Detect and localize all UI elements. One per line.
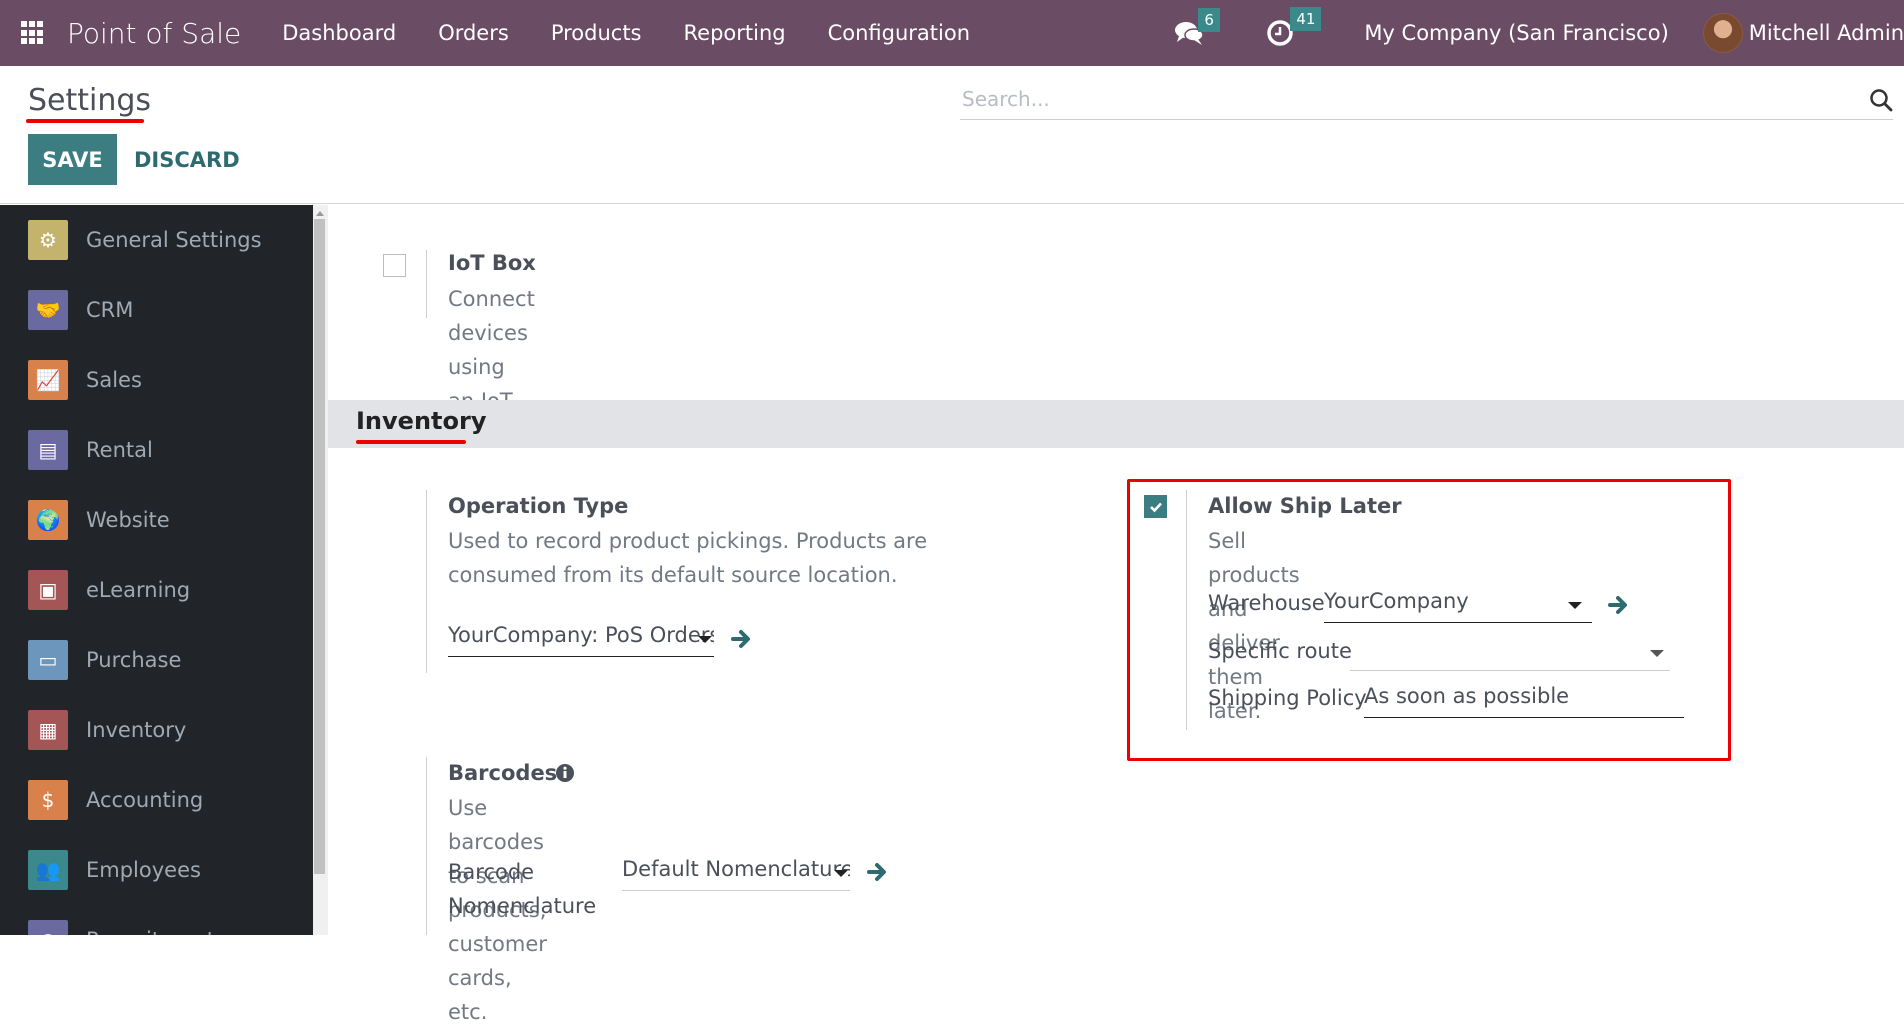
- sidebar-item-website[interactable]: 🌍 Website: [0, 485, 313, 555]
- messages-button[interactable]: 6: [1174, 8, 1220, 46]
- operation-type-select[interactable]: YourCompany: PoS Orders: [448, 623, 714, 657]
- activities-button[interactable]: 41: [1266, 7, 1322, 47]
- caret-down-icon: [1568, 602, 1582, 609]
- divider: [426, 490, 427, 673]
- operation-type-value: YourCompany: PoS Orders: [448, 623, 714, 647]
- sidebar-item-label: Accounting: [86, 788, 204, 812]
- globe-icon: 🌍: [28, 500, 68, 540]
- sidebar-item-label: Purchase: [86, 648, 182, 672]
- info-icon[interactable]: [555, 763, 575, 783]
- iot-box-checkbox[interactable]: [383, 254, 406, 277]
- company-switcher[interactable]: My Company (San Francisco): [1364, 21, 1668, 45]
- scroll-up-arrow[interactable]: [316, 211, 324, 216]
- sidebar-item-rental[interactable]: ▤ Rental: [0, 415, 313, 485]
- arrow-right-icon[interactable]: [731, 629, 753, 649]
- arrow-right-icon[interactable]: [867, 862, 889, 882]
- inventory-section-header: Inventory: [328, 400, 1904, 448]
- page-title: Settings: [28, 83, 152, 118]
- box-icon: ▦: [28, 710, 68, 750]
- sidebar-item-label: CRM: [86, 298, 134, 322]
- settings-content: IoT Box Connect devices using an IoT Box…: [328, 205, 1904, 1024]
- user-avatar[interactable]: [1702, 13, 1743, 53]
- shipping-policy-value: As soon as possible: [1364, 684, 1570, 708]
- credit-card-icon: ▭: [28, 640, 68, 680]
- barcodes-title: Barcodes: [448, 761, 558, 785]
- sidebar-item-label: Employees: [86, 858, 201, 882]
- caret-down-icon: [1650, 650, 1664, 657]
- sidebar-item-label: Sales: [86, 368, 142, 392]
- recruitment-icon: ◉: [28, 920, 68, 935]
- gear-icon: ⚙: [28, 220, 68, 260]
- warehouse-value: YourCompany: [1324, 589, 1469, 613]
- barcode-nomenclature-select[interactable]: Default Nomenclature: [622, 857, 850, 891]
- allow-ship-later-title: Allow Ship Later: [1208, 494, 1402, 518]
- warehouse-select[interactable]: YourCompany: [1324, 589, 1592, 623]
- calendar-icon: ▤: [28, 430, 68, 470]
- sidebar-item-crm[interactable]: 🤝 CRM: [0, 275, 313, 345]
- sidebar-item-label: Recruitment: [86, 928, 215, 935]
- app-title[interactable]: Point of Sale: [67, 17, 241, 50]
- sidebar-item-accounting[interactable]: $ Accounting: [0, 765, 313, 835]
- section-annotation-underline: [356, 440, 466, 444]
- sidebar-item-label: Rental: [86, 438, 153, 462]
- sidebar-item-label: Inventory: [86, 718, 187, 742]
- menu-reporting[interactable]: Reporting: [663, 21, 807, 45]
- barcode-nomenclature-label: Barcode Nomenclature: [448, 860, 597, 918]
- sidebar-item-general-settings[interactable]: ⚙ General Settings: [0, 205, 313, 275]
- menu-dashboard[interactable]: Dashboard: [261, 21, 417, 45]
- search-icon[interactable]: [1869, 88, 1893, 112]
- search-input[interactable]: [960, 80, 1840, 118]
- sidebar-item-employees[interactable]: 👥 Employees: [0, 835, 313, 905]
- sidebar-item-label: eLearning: [86, 578, 191, 602]
- search-bar: [960, 80, 1893, 120]
- users-icon: 👥: [28, 850, 68, 890]
- iot-box-title: IoT Box: [448, 251, 536, 275]
- menu-products[interactable]: Products: [530, 21, 663, 45]
- caret-down-icon: [834, 870, 848, 877]
- section-title: Inventory: [356, 407, 487, 435]
- shipping-policy-label: Shipping Policy: [1208, 686, 1367, 710]
- warehouse-label: Warehouse: [1208, 591, 1325, 615]
- operation-type-title: Operation Type: [448, 494, 629, 518]
- control-panel: Settings SAVE DISCARD: [0, 66, 1904, 204]
- top-navbar: Point of Sale Dashboard Orders Products …: [0, 0, 1904, 66]
- menu-orders[interactable]: Orders: [417, 21, 530, 45]
- sidebar-item-sales[interactable]: 📈 Sales: [0, 345, 313, 415]
- caret-down-icon: [698, 636, 712, 643]
- specific-route-select[interactable]: [1350, 637, 1670, 671]
- invoice-icon: $: [28, 780, 68, 820]
- menu-configuration[interactable]: Configuration: [807, 21, 991, 45]
- checkmark-icon: [1149, 502, 1162, 512]
- specific-route-label: Specific route: [1208, 639, 1352, 663]
- apps-menu-icon[interactable]: [21, 21, 45, 45]
- shipping-policy-select[interactable]: As soon as possible: [1364, 684, 1684, 718]
- arrow-right-icon[interactable]: [1608, 595, 1630, 615]
- barcode-nomenclature-value: Default Nomenclature: [622, 857, 850, 881]
- sidebar-item-elearning[interactable]: ▣ eLearning: [0, 555, 313, 625]
- handshake-icon: 🤝: [28, 290, 68, 330]
- scroll-thumb[interactable]: [314, 219, 325, 874]
- sidebar-item-recruitment[interactable]: ◉ Recruitment: [0, 905, 313, 935]
- user-menu[interactable]: Mitchell Admin: [1749, 21, 1904, 45]
- settings-sidebar: ⚙ General Settings 🤝 CRM 📈 Sales ▤ Rental 🌍 Websi…: [0, 205, 313, 935]
- sidebar-item-inventory[interactable]: ▦ Inventory: [0, 695, 313, 765]
- sidebar-item-purchase[interactable]: ▭ Purchase: [0, 625, 313, 695]
- divider: [426, 757, 427, 935]
- discard-button[interactable]: DISCARD: [134, 134, 240, 185]
- allow-ship-later-checkbox[interactable]: [1144, 495, 1167, 518]
- divider: [426, 250, 427, 318]
- sidebar-item-label: General Settings: [86, 228, 262, 252]
- divider: [1186, 490, 1187, 730]
- sidebar-scrollbar[interactable]: [313, 205, 328, 935]
- sidebar-item-label: Website: [86, 508, 170, 532]
- save-button[interactable]: SAVE: [28, 134, 117, 185]
- main-menu: Dashboard Orders Products Reporting Conf…: [261, 21, 991, 45]
- title-annotation-underline: [26, 119, 144, 123]
- activities-count-badge: 41: [1290, 7, 1322, 31]
- operation-type-description: Used to record product pickings. Product…: [448, 529, 928, 587]
- presentation-icon: ▣: [28, 570, 68, 610]
- messages-count-badge: 6: [1198, 8, 1220, 32]
- chart-line-icon: 📈: [28, 360, 68, 400]
